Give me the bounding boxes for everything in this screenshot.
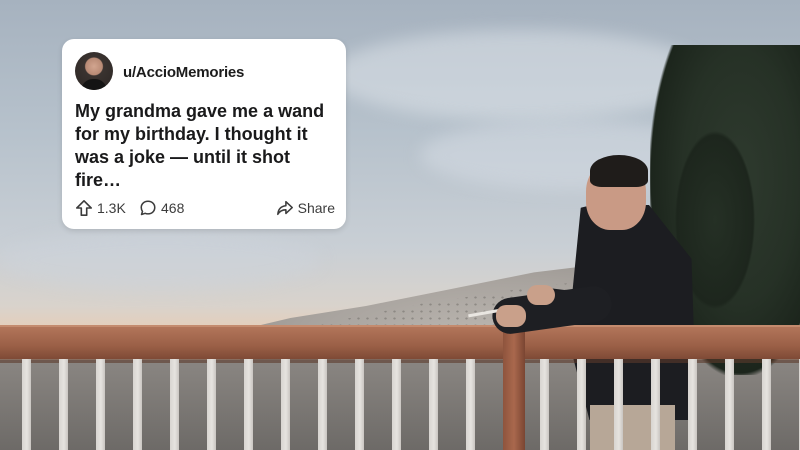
comment-count: 468 [161,200,185,216]
railing-balusters [0,359,800,450]
deck-railing [0,327,800,359]
upvote-arrow-icon [75,199,93,217]
comment-bubble-icon [140,200,156,216]
user-avatar[interactable] [75,52,113,90]
share-label: Share [297,200,335,216]
man-hair [590,155,648,187]
share-arrow-icon [276,200,293,216]
username[interactable]: u/AccioMemories [123,64,244,81]
upvote-count: 1.3K [97,200,126,216]
share-button[interactable]: Share [276,197,335,219]
avatar-shirt [81,79,107,90]
man-hand [496,305,526,327]
man-hand [527,285,555,305]
railing-post [503,327,525,450]
upvote-button[interactable]: 1.3K [75,197,126,219]
post-title: My grandma gave me a wand for my birthda… [75,101,325,190]
cloud [0,230,320,290]
post-actions: 1.3K 468 Share [75,197,335,219]
comments-button[interactable]: 468 [139,197,184,219]
reddit-post-card: u/AccioMemories My grandma gave me a wan… [62,39,346,229]
